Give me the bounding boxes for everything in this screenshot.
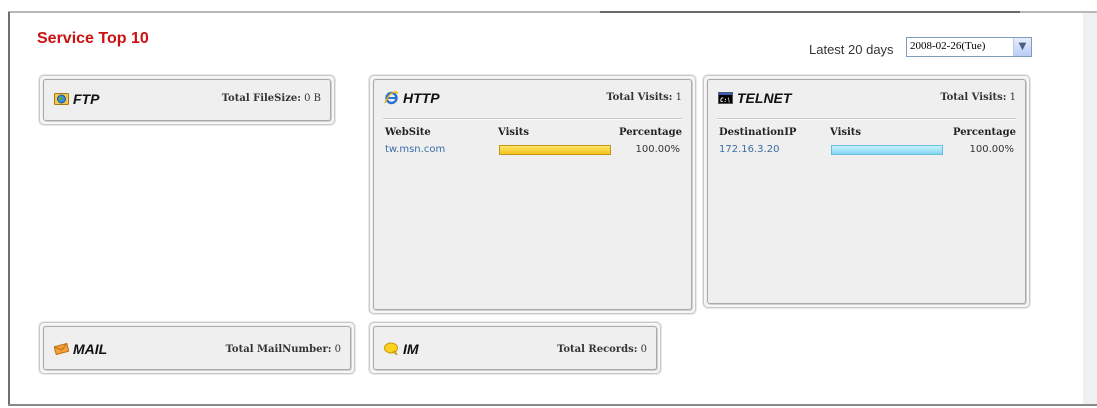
telnet-row-percentage: 100.00%	[969, 144, 1015, 155]
page-title: Service Top 10	[37, 30, 149, 47]
ftp-panel: FTP Total FileSize: 0 B	[39, 75, 335, 125]
http-stat: Total Visits: 1	[606, 92, 682, 103]
frame-bottom	[8, 404, 1097, 406]
ftp-title: FTP	[54, 91, 99, 107]
http-row-visits-bar	[499, 145, 611, 155]
telnet-col-ip: DestinationIP	[719, 127, 797, 138]
http-stat-label: Total Visits:	[606, 92, 673, 103]
chevron-down-icon[interactable]: ▼	[1013, 38, 1031, 56]
internet-explorer-icon	[384, 91, 399, 105]
im-stat: Total Records: 0	[557, 344, 647, 355]
http-title: HTTP	[384, 90, 440, 106]
envelope-icon	[54, 342, 69, 356]
telnet-row-visits-bar	[831, 145, 943, 155]
mail-stat: Total MailNumber: 0	[226, 344, 341, 355]
im-panel: IM Total Records: 0	[369, 322, 661, 374]
ftp-stat-value: 0 B	[304, 93, 321, 104]
http-row-website-link[interactable]: tw.msn.com	[385, 144, 445, 155]
terminal-icon: C:\	[718, 92, 733, 104]
mail-stat-value: 0	[334, 344, 341, 355]
im-stat-label: Total Records:	[557, 344, 638, 355]
telnet-stat-label: Total Visits:	[940, 92, 1007, 103]
telnet-col-percentage: Percentage	[952, 127, 1016, 138]
http-panel: HTTP Total Visits: 1 WebSite Visits Perc…	[369, 75, 696, 314]
chat-bubble-icon	[384, 342, 398, 356]
telnet-title: C:\ TELNET	[718, 90, 792, 106]
telnet-col-visits: Visits	[830, 127, 862, 138]
svg-text:C:\: C:\	[720, 97, 731, 104]
content-shade	[1083, 13, 1097, 404]
date-select[interactable]: 2008-02-26(Tue) ▼	[906, 37, 1032, 57]
mail-panel: MAIL Total MailNumber: 0	[39, 322, 355, 374]
http-stat-value: 1	[675, 92, 682, 103]
telnet-divider	[717, 118, 1016, 120]
http-col-percentage: Percentage	[618, 127, 682, 138]
ftp-stat-label: Total FileSize:	[221, 93, 301, 104]
telnet-stat: Total Visits: 1	[940, 92, 1016, 103]
date-select-value: 2008-02-26(Tue)	[910, 40, 986, 52]
mail-title: MAIL	[54, 341, 107, 357]
period-label: Latest 20 days	[809, 42, 894, 57]
ftp-stat: Total FileSize: 0 B	[222, 93, 321, 104]
telnet-panel: C:\ TELNET Total Visits: 1 DestinationIP…	[703, 75, 1030, 308]
http-row-percentage: 100.00%	[635, 144, 681, 155]
im-title: IM	[384, 341, 419, 357]
im-stat-value: 0	[640, 344, 647, 355]
http-divider	[383, 118, 682, 120]
telnet-row-ip-link[interactable]: 172.16.3.20	[719, 144, 779, 155]
telnet-stat-value: 1	[1009, 92, 1016, 103]
globe-folder-icon	[54, 93, 69, 105]
http-col-visits: Visits	[498, 127, 530, 138]
http-col-website: WebSite	[385, 127, 431, 138]
mail-stat-label: Total MailNumber:	[225, 344, 332, 355]
